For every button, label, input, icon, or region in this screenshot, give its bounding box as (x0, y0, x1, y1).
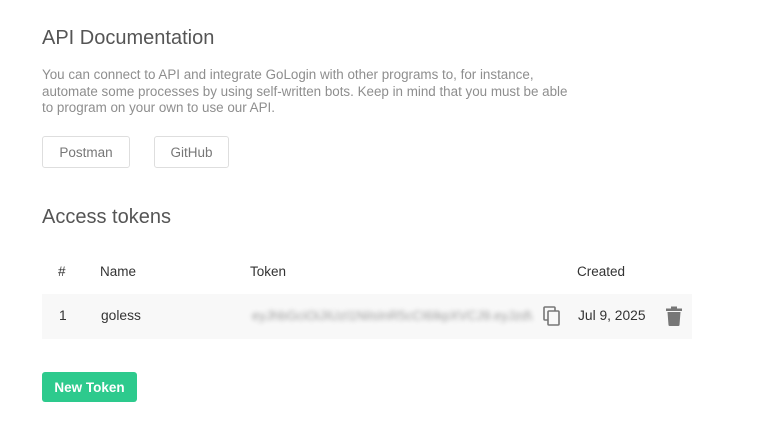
token-name: goless (101, 308, 141, 323)
table-row: 1 goless eyJhbGciOiJIUzI1NiIsInR5cCI6Ikp… (42, 294, 692, 339)
new-token-button[interactable]: New Token (42, 372, 137, 402)
copy-icon (543, 306, 560, 326)
token-created-date: Jul 9, 2025 (578, 308, 646, 323)
access-tokens-title: Access tokens (42, 206, 171, 228)
column-header-index: # (58, 264, 66, 279)
github-button[interactable]: GitHub (154, 136, 229, 168)
column-header-name: Name (100, 264, 137, 279)
column-header-token: Token (250, 264, 287, 279)
token-value-masked: eyJhbGciOiJIUzI1NiIsInR5cCI6IkpXVCJ9.eyJ… (252, 308, 532, 323)
postman-button[interactable]: Postman (42, 136, 130, 168)
delete-token-button[interactable] (662, 304, 686, 328)
api-documentation-description: You can connect to API and integrate GoL… (42, 67, 568, 115)
copy-token-button[interactable] (540, 304, 564, 328)
trash-icon (666, 306, 682, 326)
api-documentation-title: API Documentation (42, 27, 215, 49)
column-header-created: Created (577, 264, 626, 279)
token-index: 1 (59, 308, 67, 323)
